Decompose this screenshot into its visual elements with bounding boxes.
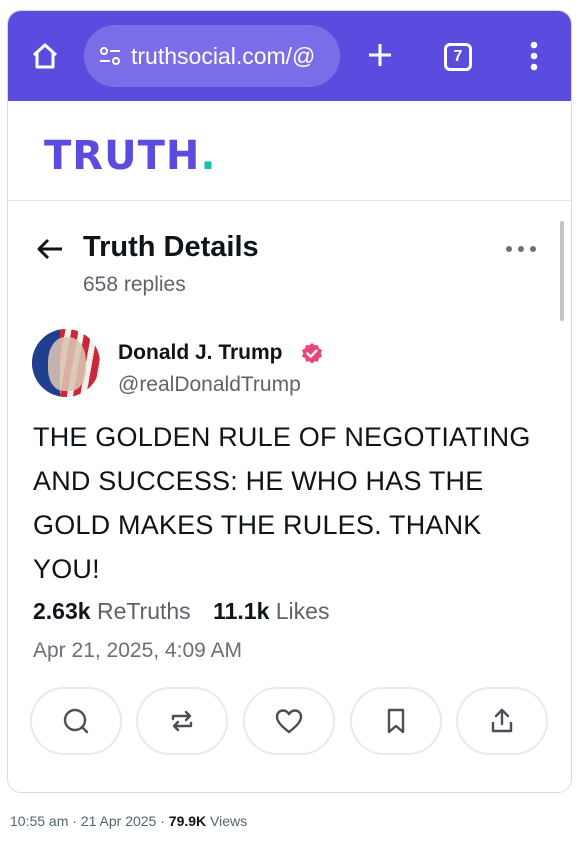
views-label: Views bbox=[206, 813, 248, 829]
likes-count[interactable]: 11.1k bbox=[213, 598, 269, 624]
scrollbar[interactable] bbox=[560, 221, 564, 321]
url-text[interactable]: truthsocial.com/@ bbox=[131, 43, 315, 70]
bookmark-icon bbox=[387, 708, 405, 734]
site-header: TRUTH. bbox=[8, 101, 571, 201]
retruths-label[interactable]: ReTruths bbox=[97, 598, 191, 624]
retruth-icon bbox=[171, 710, 193, 732]
more-options-icon[interactable] bbox=[503, 241, 539, 257]
post-stats: 2.63k ReTruths 11.1k Likes bbox=[33, 598, 329, 625]
reply-icon bbox=[63, 708, 89, 734]
overflow-menu-icon[interactable] bbox=[524, 39, 544, 73]
tweet-meta: 10:55 am · 21 Apr 2025 · 79.9K Views bbox=[10, 813, 248, 829]
retruth-button[interactable] bbox=[136, 687, 228, 755]
post-header: Truth Details 658 replies bbox=[8, 221, 571, 311]
home-icon[interactable] bbox=[28, 39, 62, 73]
tweet-time[interactable]: 10:55 am bbox=[10, 813, 68, 829]
address-bar[interactable]: truthsocial.com/@ bbox=[84, 25, 340, 87]
avatar[interactable] bbox=[32, 329, 100, 397]
like-button[interactable] bbox=[243, 687, 335, 755]
reply-count: 658 replies bbox=[83, 273, 186, 296]
author-name[interactable]: Donald J. Trump bbox=[118, 341, 283, 365]
tweet-date[interactable]: 21 Apr 2025 bbox=[81, 813, 157, 829]
verified-badge-icon bbox=[302, 343, 322, 364]
tab-count: 7 bbox=[453, 48, 463, 65]
site-settings-icon[interactable] bbox=[97, 43, 123, 69]
bookmark-button[interactable] bbox=[350, 687, 442, 755]
like-icon bbox=[275, 709, 303, 734]
tab-switcher-button[interactable]: 7 bbox=[444, 43, 472, 71]
new-tab-icon[interactable] bbox=[362, 37, 398, 73]
likes-label[interactable]: Likes bbox=[276, 598, 330, 624]
share-icon bbox=[491, 708, 513, 733]
post-body: THE GOLDEN RULE OF NEGOTIATING AND SUCCE… bbox=[33, 422, 531, 584]
browser-toolbar: truthsocial.com/@ 7 bbox=[8, 11, 571, 101]
author-handle[interactable]: @realDonaldTrump bbox=[118, 373, 301, 397]
back-arrow-icon[interactable] bbox=[34, 233, 66, 265]
retruths-count[interactable]: 2.63k bbox=[33, 598, 91, 624]
post-timestamp: Apr 21, 2025, 4:09 AM bbox=[33, 639, 242, 662]
page-title: Truth Details bbox=[83, 231, 259, 263]
views-count: 79.9K bbox=[168, 813, 207, 829]
reply-button[interactable] bbox=[30, 687, 122, 755]
share-button[interactable] bbox=[456, 687, 548, 755]
screenshot-frame: truthsocial.com/@ 7 TRUTH. Truth Details… bbox=[7, 10, 572, 793]
post-author: Donald J. Trump @realDonaldTrump bbox=[32, 329, 552, 399]
truth-social-logo[interactable]: TRUTH. bbox=[44, 133, 217, 179]
action-bar bbox=[30, 687, 550, 757]
